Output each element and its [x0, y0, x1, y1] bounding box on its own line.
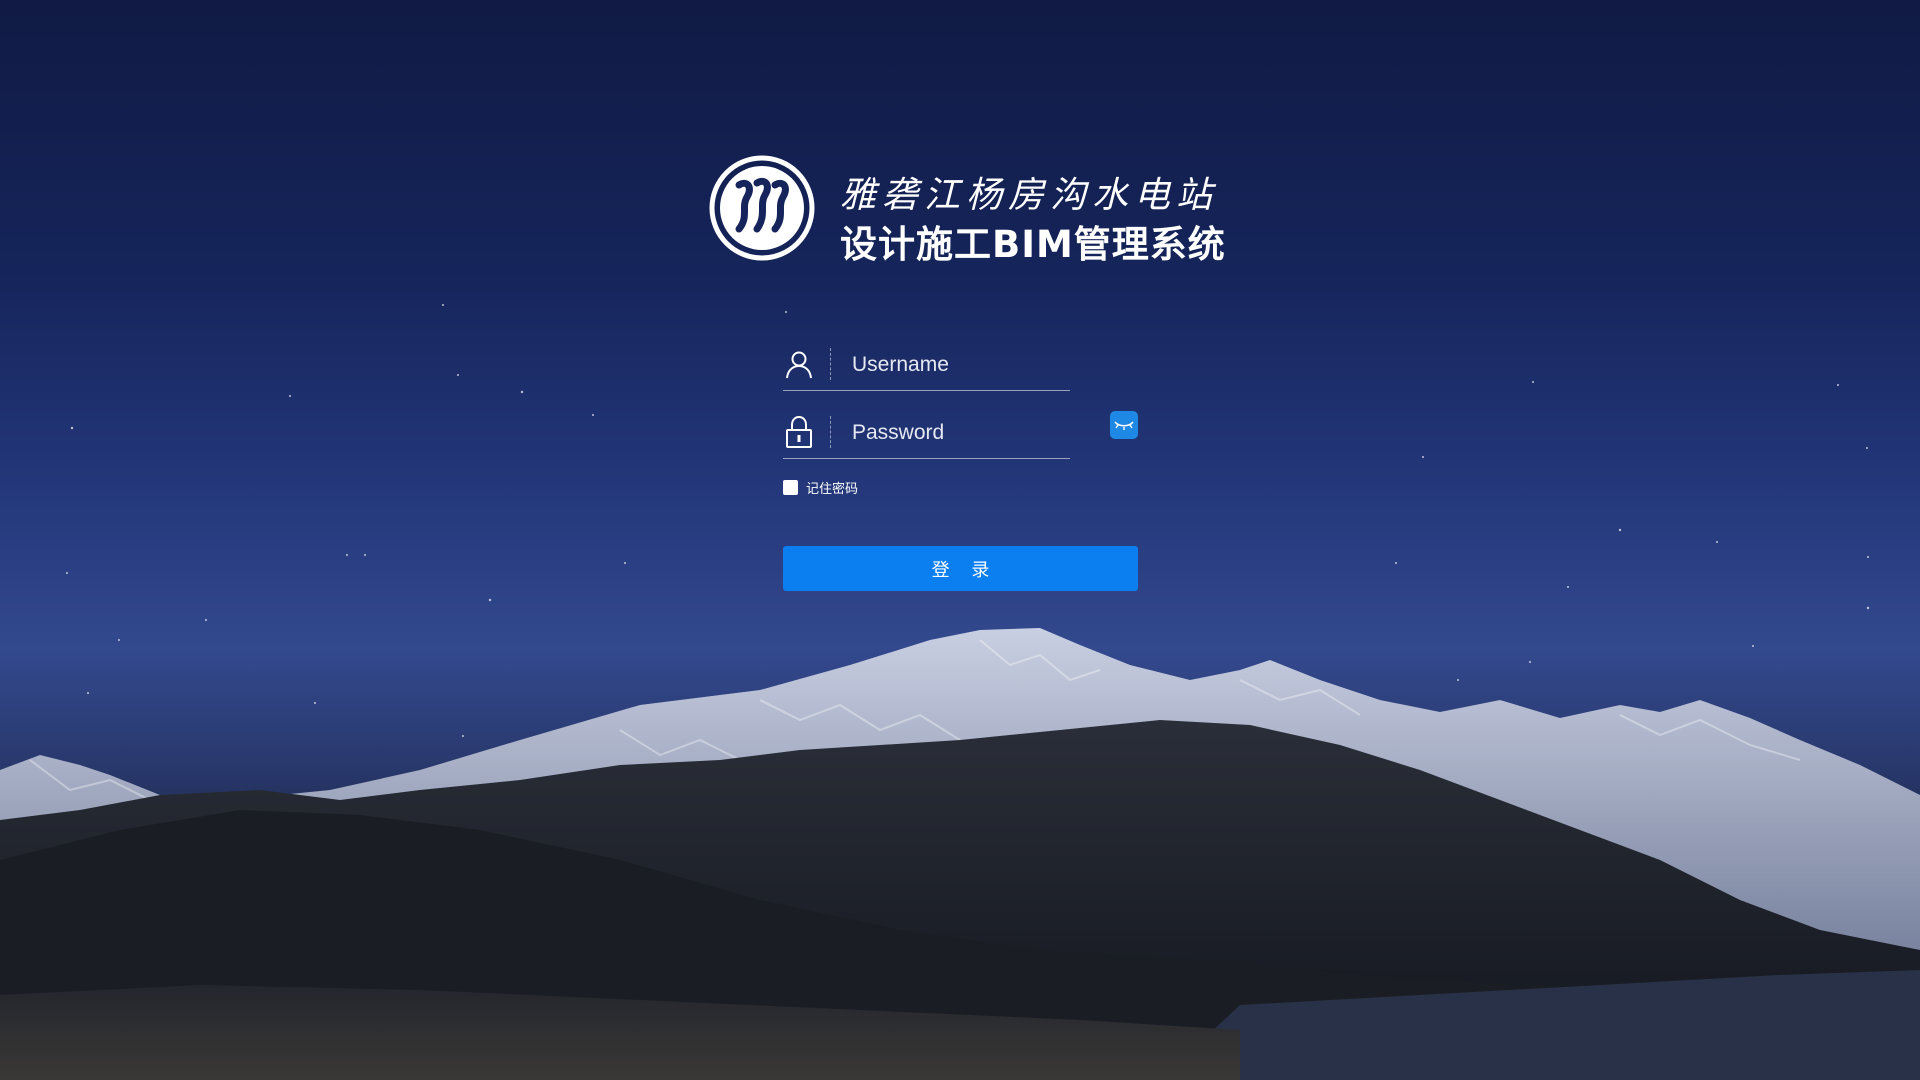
system-title-line1: 雅砻江杨房沟水电站 [840, 175, 1219, 216]
username-field[interactable] [783, 338, 1070, 391]
background-landscape [0, 0, 1920, 1080]
login-button[interactable]: 登 录 [783, 546, 1138, 591]
field-divider [830, 416, 831, 448]
password-input[interactable] [850, 414, 1064, 452]
lock-icon [783, 406, 815, 458]
remember-password-checkbox[interactable] [783, 480, 798, 495]
remember-password-label: 记住密码 [806, 482, 859, 497]
hydropower-logo-icon [709, 155, 815, 261]
user-icon [783, 338, 815, 390]
password-visibility-toggle[interactable] [1110, 411, 1138, 439]
logo [709, 155, 815, 261]
system-title-line2: 设计施工BIM管理系统 [840, 223, 1226, 266]
eye-closed-icon [1114, 421, 1134, 430]
password-field[interactable] [783, 406, 1070, 459]
mountain-illustration [0, 304, 1920, 1080]
username-input[interactable] [850, 346, 1064, 384]
field-divider [830, 348, 831, 380]
remember-password[interactable]: 记住密码 [783, 478, 858, 497]
